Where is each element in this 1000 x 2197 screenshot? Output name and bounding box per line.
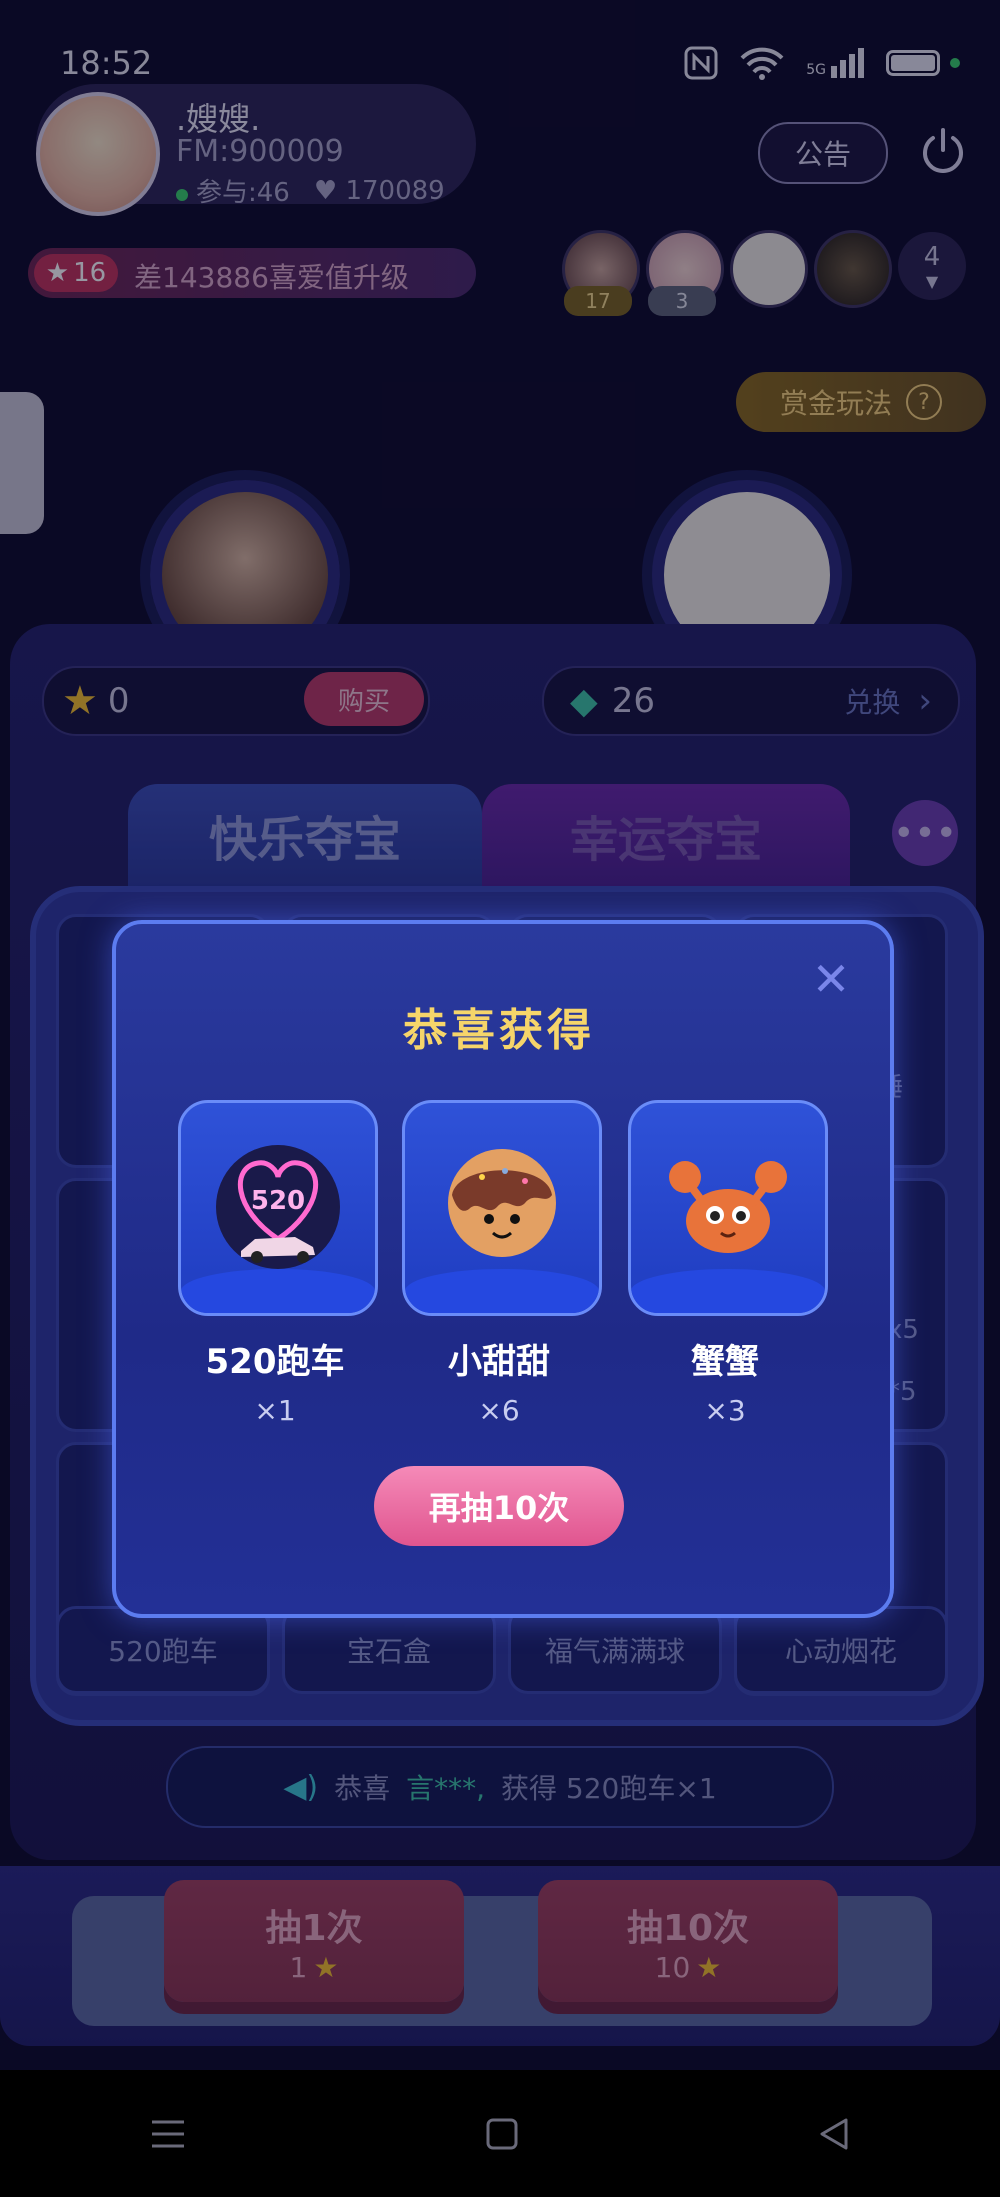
sports-car-heart-icon: 520 <box>216 1145 340 1269</box>
prize-1-badge-text: 520 <box>251 1186 305 1216</box>
donut-icon <box>448 1149 556 1257</box>
prize-2-name: 小甜甜 <box>448 1342 550 1382</box>
prize-card-1: 520 <box>178 1100 378 1316</box>
prize-3-name: 蟹蟹 <box>691 1342 759 1382</box>
prize-card-2 <box>402 1100 602 1316</box>
modal-title: 恭喜获得 <box>403 1005 595 1056</box>
menu-icon[interactable] <box>148 2116 188 2152</box>
prize-3-qty: ×3 <box>704 1394 746 1427</box>
system-navigation-bar <box>0 2070 1000 2197</box>
prize-1-qty: ×1 <box>254 1394 296 1427</box>
crab-icon <box>669 1161 787 1253</box>
back-icon[interactable] <box>816 2116 852 2152</box>
draw-again-button[interactable]: 再抽10次 <box>374 1466 624 1546</box>
prize-1-name: 520跑车 <box>205 1342 345 1382</box>
home-icon[interactable] <box>484 2116 520 2152</box>
prize-2-qty: ×6 <box>478 1394 520 1427</box>
prize-card-3 <box>628 1100 828 1316</box>
